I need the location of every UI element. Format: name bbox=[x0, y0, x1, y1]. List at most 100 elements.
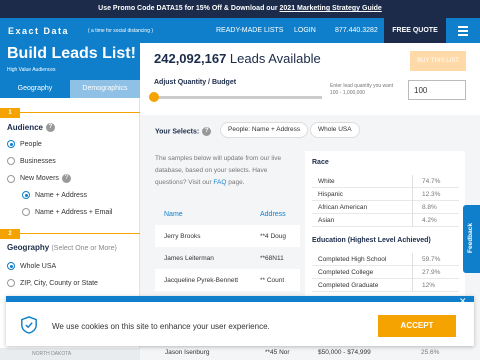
radio-label: Whole USA bbox=[20, 262, 57, 270]
quantity-slider-handle[interactable] bbox=[149, 92, 159, 102]
stat-value: 4.2% bbox=[422, 217, 437, 224]
nav-login[interactable]: LOGIN bbox=[294, 27, 316, 34]
help-icon[interactable]: ? bbox=[61, 174, 71, 183]
cell-name: Jacqueline Pyrek-Bennett bbox=[164, 277, 239, 284]
stat-label: African American bbox=[318, 204, 368, 211]
select-chip-audience[interactable]: People: Name + Address bbox=[220, 122, 309, 138]
feedback-label: Feedback bbox=[467, 223, 474, 253]
accept-cookies-button[interactable]: ACCEPT bbox=[378, 315, 456, 337]
select-chip-geography[interactable]: Whole USA bbox=[310, 122, 360, 138]
stat-label: Completed Graduate bbox=[318, 282, 379, 289]
buy-list-button[interactable]: BUY THIS LIST bbox=[410, 51, 466, 71]
hamburger-icon[interactable] bbox=[446, 18, 480, 43]
radio-label: Businesses bbox=[20, 157, 56, 165]
stat-label: White bbox=[318, 178, 335, 185]
geography-note: (Select One or More) bbox=[51, 245, 117, 252]
feedback-tab[interactable]: Feedback bbox=[463, 205, 480, 273]
quantity-slider-track[interactable] bbox=[154, 96, 322, 99]
sidebar-header: Build Leads List! High Value Audiences bbox=[0, 43, 140, 80]
nav-ready-made-lists[interactable]: READY-MADE LISTS bbox=[216, 27, 283, 34]
stat-divider bbox=[412, 175, 413, 188]
cell-address: **4 Doug bbox=[260, 233, 287, 240]
radio-unselected-icon bbox=[22, 208, 30, 216]
quantity-input[interactable] bbox=[408, 80, 466, 100]
stat-divider bbox=[412, 188, 413, 201]
radio-people[interactable]: People bbox=[7, 140, 42, 148]
close-icon[interactable]: ✕ bbox=[459, 296, 467, 307]
stat-row: Hispanic 12.3% bbox=[312, 188, 459, 201]
radio-businesses[interactable]: Businesses bbox=[7, 157, 56, 165]
partial-income-value: 25.6% bbox=[421, 349, 440, 356]
help-icon[interactable]: ? bbox=[46, 123, 56, 133]
radio-unselected-icon bbox=[7, 157, 15, 165]
partial-content-below-banner: Jason Isenburg **45 Nor $50,000 - $74,99… bbox=[140, 346, 480, 360]
table-row: James Leiterman **68N11 bbox=[155, 247, 300, 269]
step-badge-2: 2 bbox=[0, 229, 20, 239]
tagline: ( a time for social distancing ) bbox=[88, 28, 154, 34]
radio-zip-city[interactable]: ZIP, City, County or State bbox=[7, 279, 98, 287]
lead-count-suffix: Leads Available bbox=[229, 51, 321, 66]
table-row: Jacqueline Pyrek-Bennett ** Count bbox=[155, 269, 300, 291]
stat-divider bbox=[412, 253, 413, 266]
table-header: Name Address bbox=[155, 205, 300, 225]
stat-divider bbox=[412, 214, 413, 227]
stat-row: Completed High School 59.7% bbox=[312, 253, 459, 266]
radio-new-movers[interactable]: New Movers? bbox=[7, 174, 71, 183]
promo-bar: Use Promo Code DATA15 for 15% Off & Down… bbox=[0, 0, 480, 18]
help-icon[interactable]: ? bbox=[202, 127, 212, 136]
nav-phone[interactable]: 877.440.3282 bbox=[335, 27, 378, 34]
stat-label: Asian bbox=[318, 217, 335, 224]
tab-demographics[interactable]: Demographics bbox=[70, 80, 140, 98]
column-header-address: Address bbox=[260, 211, 286, 218]
radio-selected-icon bbox=[22, 191, 30, 199]
stat-label: Hispanic bbox=[318, 191, 343, 198]
stat-row: African American 8.8% bbox=[312, 201, 459, 214]
map-preview[interactable]: NORTH DAKOTA bbox=[0, 348, 140, 360]
tab-geography[interactable]: Geography bbox=[0, 80, 70, 98]
your-selects-text: Your Selects: bbox=[155, 128, 200, 136]
geography-title-text: Geography bbox=[7, 243, 50, 252]
stat-row: Completed College 27.9% bbox=[312, 266, 459, 279]
radio-name-address[interactable]: Name + Address bbox=[22, 191, 87, 199]
radio-whole-usa[interactable]: Whole USA bbox=[7, 262, 56, 270]
radio-label: Name + Address + Email bbox=[35, 208, 113, 216]
geography-section-title: Geography (Select One or More) bbox=[7, 243, 117, 252]
cookie-banner: ✕ We use cookies on this site to enhance… bbox=[6, 296, 474, 346]
lead-count: 242,092,167 Leads Available bbox=[154, 51, 321, 66]
samples-description: The samples below will update from our l… bbox=[155, 153, 290, 189]
stat-divider bbox=[412, 279, 413, 292]
stat-value: 59.7% bbox=[422, 256, 441, 263]
promo-text: Use Promo Code DATA15 for 15% Off & Down… bbox=[98, 5, 280, 12]
radio-label: ZIP, City, County or State bbox=[20, 279, 98, 287]
stat-value: 74.7% bbox=[422, 178, 441, 185]
radio-label: People bbox=[20, 140, 42, 148]
cell-name: Jerry Brooks bbox=[164, 233, 201, 240]
free-quote-button[interactable]: FREE QUOTE bbox=[384, 18, 446, 43]
partial-row-name: Jason Isenburg bbox=[165, 349, 210, 356]
stat-row: Asian 4.2% bbox=[312, 214, 459, 227]
column-header-name: Name bbox=[164, 211, 183, 218]
lead-count-number: 242,092,167 bbox=[154, 51, 227, 66]
partial-income-label: $50,000 - $74,999 bbox=[318, 349, 371, 356]
stat-label: Completed College bbox=[318, 269, 374, 276]
faq-link[interactable]: FAQ bbox=[213, 179, 226, 186]
step-divider bbox=[20, 112, 140, 113]
radio-unselected-icon bbox=[7, 279, 15, 287]
promo-link[interactable]: 2021 Marketing Strategy Guide bbox=[280, 5, 382, 12]
race-title: Race bbox=[312, 159, 329, 166]
stat-row: Completed Graduate 12% bbox=[312, 279, 459, 292]
map-label: NORTH DAKOTA bbox=[32, 351, 72, 357]
stat-row: White 74.7% bbox=[312, 175, 459, 188]
step-divider bbox=[20, 233, 140, 234]
radio-selected-icon bbox=[7, 140, 15, 148]
partial-row-address: **45 Nor bbox=[265, 349, 290, 356]
radio-name-address-email[interactable]: Name + Address + Email bbox=[22, 208, 112, 216]
radio-label: Name + Address bbox=[35, 191, 87, 199]
sidebar-title: Build Leads List! bbox=[7, 45, 136, 62]
stat-label: Completed High School bbox=[318, 256, 387, 263]
your-selects-label: Your Selects:? bbox=[155, 127, 212, 136]
logo[interactable]: Exact Data bbox=[8, 26, 69, 36]
audience-section-title: Audience? bbox=[7, 123, 56, 133]
stat-divider bbox=[412, 201, 413, 214]
radio-unselected-icon bbox=[7, 174, 15, 183]
